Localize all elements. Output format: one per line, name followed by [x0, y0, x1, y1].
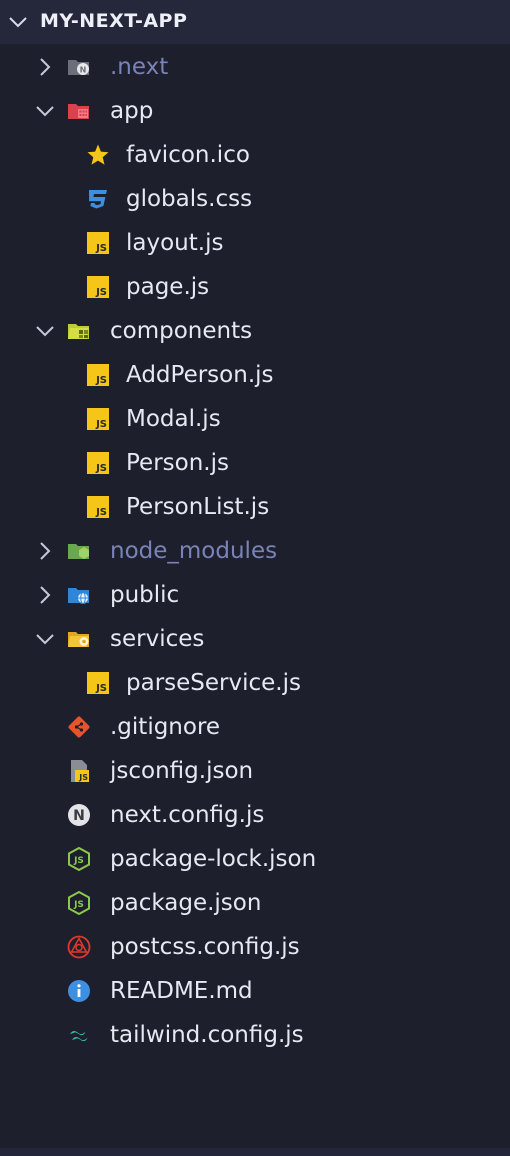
- tree-item-jsconfig[interactable]: JS jsconfig.json: [0, 749, 510, 793]
- svg-text:JS: JS: [73, 900, 84, 910]
- tree-item-label: .next: [110, 54, 169, 80]
- tree-item-label: public: [110, 582, 180, 608]
- node-folder-icon: [68, 544, 89, 559]
- bottom-edge: [0, 1148, 510, 1156]
- tree-item-label: PersonList.js: [126, 494, 270, 520]
- tree-item-personlist-js[interactable]: JS PersonList.js: [0, 485, 510, 529]
- svg-text:JS: JS: [73, 856, 84, 866]
- tree-item-modal-js[interactable]: JS Modal.js: [0, 397, 510, 441]
- chevron-down-icon[interactable]: [35, 101, 55, 121]
- postcss-icon: [67, 935, 91, 959]
- tree-item-layout-js[interactable]: JS layout.js: [0, 221, 510, 265]
- chevron-down-icon[interactable]: [8, 13, 28, 31]
- tree-item-label: postcss.config.js: [110, 934, 300, 960]
- tree-item-label: node_modules: [110, 538, 278, 564]
- js-icon: JS: [87, 364, 109, 386]
- next-folder-icon: N: [68, 60, 89, 75]
- svg-text:JS: JS: [95, 683, 107, 694]
- svg-text:N: N: [80, 66, 87, 75]
- tree-item-label: components: [110, 318, 253, 344]
- tree-item-services-folder[interactable]: services: [0, 617, 510, 661]
- css-icon: [89, 190, 107, 209]
- tree-item-label: services: [110, 626, 205, 652]
- tree-item-label: app: [110, 98, 154, 124]
- tree-item-label: package-lock.json: [110, 846, 317, 872]
- public-folder-icon: [68, 588, 89, 604]
- next-icon: N: [68, 804, 90, 826]
- jsconfig-icon: JS: [71, 760, 89, 782]
- js-icon: JS: [87, 232, 109, 254]
- nodejs-icon: JS: [68, 847, 90, 871]
- svg-text:JS: JS: [95, 375, 107, 386]
- tree-item-parseservice-js[interactable]: JS parseService.js: [0, 661, 510, 705]
- tree-item-package-lock[interactable]: JS package-lock.json: [0, 837, 510, 881]
- explorer-root-header[interactable]: MY-NEXT-APP: [0, 0, 510, 44]
- js-icon: JS: [87, 408, 109, 430]
- svg-text:JS: JS: [95, 243, 107, 254]
- tree-item-label: parseService.js: [126, 670, 301, 696]
- tree-item-components-folder[interactable]: components: [0, 309, 510, 353]
- tree-item-person-js[interactable]: JS Person.js: [0, 441, 510, 485]
- tree-item-label: next.config.js: [110, 802, 265, 828]
- chevron-right-icon[interactable]: [35, 541, 55, 561]
- tree-item-next-folder[interactable]: N .next: [0, 45, 510, 89]
- svg-text:JS: JS: [95, 287, 107, 298]
- tree-item-label: AddPerson.js: [126, 362, 274, 388]
- tree-item-public-folder[interactable]: public: [0, 573, 510, 617]
- js-icon: JS: [87, 276, 109, 298]
- js-icon: JS: [87, 496, 109, 518]
- tree-item-readme[interactable]: README.md: [0, 969, 510, 1013]
- svg-text:JS: JS: [78, 773, 88, 782]
- git-icon: [68, 716, 90, 738]
- app-folder-icon: [68, 104, 89, 119]
- tree-item-label: page.js: [126, 274, 210, 300]
- svg-text:JS: JS: [95, 507, 107, 518]
- chevron-right-icon[interactable]: [35, 57, 55, 77]
- tree-item-label: Modal.js: [126, 406, 221, 432]
- tree-item-page-js[interactable]: JS page.js: [0, 265, 510, 309]
- tree-item-package-json[interactable]: JS package.json: [0, 881, 510, 925]
- project-title: MY-NEXT-APP: [40, 10, 188, 32]
- tree-item-label: package.json: [110, 890, 262, 916]
- tree-item-app-folder[interactable]: app: [0, 89, 510, 133]
- tree-item-label: jsconfig.json: [110, 758, 254, 784]
- tree-item-gitignore[interactable]: .gitignore: [0, 705, 510, 749]
- tree-item-label: README.md: [110, 978, 253, 1004]
- tailwind-icon: [70, 1030, 88, 1042]
- tree-item-postcss-config[interactable]: postcss.config.js: [0, 925, 510, 969]
- svg-text:JS: JS: [95, 419, 107, 430]
- tree-item-label: globals.css: [126, 186, 253, 212]
- svg-text:N: N: [73, 808, 85, 824]
- tree-item-label: layout.js: [126, 230, 224, 256]
- chevron-right-icon[interactable]: [35, 585, 55, 605]
- tree-item-label: .gitignore: [110, 714, 221, 740]
- tree-item-next-config[interactable]: N next.config.js: [0, 793, 510, 837]
- tree-item-favicon[interactable]: favicon.ico: [0, 133, 510, 177]
- chevron-down-icon[interactable]: [35, 629, 55, 649]
- info-icon: [68, 980, 90, 1002]
- tree-item-label: Person.js: [126, 450, 229, 476]
- nodejs-icon: JS: [68, 891, 90, 915]
- services-folder-icon: [68, 632, 89, 647]
- star-icon: [87, 144, 109, 165]
- svg-text:JS: JS: [95, 463, 107, 474]
- tree-item-globals-css[interactable]: globals.css: [0, 177, 510, 221]
- tree-item-label: tailwind.config.js: [110, 1022, 304, 1048]
- js-icon: JS: [87, 672, 109, 694]
- components-folder-icon: [68, 324, 89, 339]
- tree-item-tailwind-config[interactable]: tailwind.config.js: [0, 1013, 510, 1057]
- tree-item-label: favicon.ico: [126, 142, 250, 168]
- chevron-down-icon[interactable]: [35, 321, 55, 341]
- tree-item-node-modules-folder[interactable]: node_modules: [0, 529, 510, 573]
- js-icon: JS: [87, 452, 109, 474]
- tree-item-addperson-js[interactable]: JS AddPerson.js: [0, 353, 510, 397]
